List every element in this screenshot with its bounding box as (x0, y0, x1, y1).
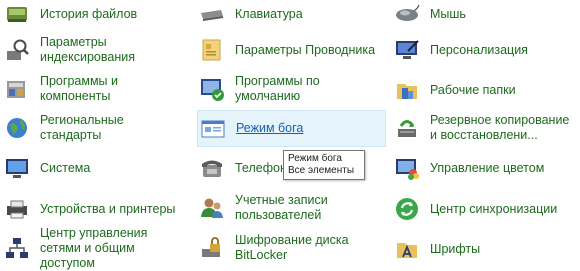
item-label: Рабочие папки (430, 82, 516, 97)
color-management-icon (394, 155, 420, 181)
keyboard-icon (199, 1, 225, 27)
item-label: Учетные записи пользователей (235, 193, 328, 222)
network-sharing-icon (4, 235, 30, 261)
item-label: Региональные стандарты (40, 113, 124, 142)
item-label: Режим бога (236, 121, 304, 135)
item-label: Управление цветом (430, 160, 545, 175)
item-label: Параметры Проводника (235, 42, 376, 57)
item-label: Устройства и принтеры (40, 201, 176, 216)
item-fonts[interactable]: Шрифты (394, 235, 576, 263)
item-bitlocker[interactable]: Шифрование диска BitLocker (199, 231, 384, 265)
item-work-folders[interactable]: Рабочие папки (394, 76, 576, 104)
item-devices-printers[interactable]: Устройства и принтеры (4, 195, 184, 223)
item-phone-modem[interactable]: Телефон (199, 154, 287, 182)
file-history-icon (4, 1, 30, 27)
devices-printers-icon (4, 196, 30, 222)
item-label: Телефон (235, 160, 287, 175)
item-system[interactable]: Система (4, 154, 184, 182)
tooltip: Режим бога Все элементы (283, 150, 365, 180)
work-folders-icon (394, 77, 420, 103)
item-programs-features[interactable]: Программы и компоненты (4, 72, 184, 106)
control-panel-items-grid: История файлов Клавиатура Мышь Параметры… (0, 0, 580, 270)
god-mode-icon (200, 116, 226, 142)
item-color-management[interactable]: Управление цветом (394, 154, 576, 182)
item-label: Центр управления сетями и общим доступом (40, 225, 148, 270)
item-indexing-options[interactable]: Параметры индексирования (4, 33, 184, 67)
mouse-icon (394, 1, 420, 27)
item-label: Мышь (430, 6, 466, 21)
phone-modem-icon (199, 155, 225, 181)
item-label: Программы по умолчанию (235, 74, 320, 103)
bitlocker-icon (199, 235, 225, 261)
item-user-accounts[interactable]: Учетные записи пользователей (199, 190, 384, 226)
system-icon (4, 155, 30, 181)
item-label: История файлов (40, 6, 138, 21)
item-label: Резервное копирование и восстановлени... (430, 113, 570, 142)
user-accounts-icon (199, 195, 225, 221)
item-region[interactable]: Региональные стандарты (4, 113, 184, 142)
backup-restore-icon (394, 115, 420, 141)
sync-center-icon (394, 196, 420, 222)
default-programs-icon (199, 76, 225, 102)
personalization-icon (394, 37, 420, 63)
item-label: Персонализация (430, 42, 528, 57)
item-label: Программы и компоненты (40, 74, 118, 103)
programs-features-icon (4, 76, 30, 102)
item-keyboard[interactable]: Клавиатура (199, 0, 384, 28)
item-backup-restore[interactable]: Резервное копирование и восстановлени... (394, 110, 576, 146)
region-icon (4, 115, 30, 141)
indexing-options-icon (4, 37, 30, 63)
item-label: Система (40, 160, 91, 175)
item-file-history[interactable]: История файлов (4, 0, 184, 28)
item-god-mode[interactable]: Режим бога (197, 110, 386, 147)
item-label: Шифрование диска BitLocker (235, 233, 349, 262)
item-default-programs[interactable]: Программы по умолчанию (199, 72, 384, 106)
item-label: Центр синхронизации (430, 201, 558, 216)
fonts-icon (394, 236, 420, 262)
item-explorer-options[interactable]: Параметры Проводника (199, 36, 384, 64)
item-sync-center[interactable]: Центр синхронизации (394, 195, 576, 223)
explorer-options-icon (199, 37, 225, 63)
item-label: Клавиатура (235, 6, 303, 21)
tooltip-subtitle: Все элементы (288, 165, 355, 176)
item-network-sharing[interactable]: Центр управления сетями и общим доступом (4, 226, 189, 270)
tooltip-title: Режим бога (288, 153, 342, 164)
item-label: Параметры индексирования (40, 35, 135, 64)
item-personalization[interactable]: Персонализация (394, 36, 576, 64)
item-mouse[interactable]: Мышь (394, 0, 576, 28)
item-label: Шрифты (430, 241, 481, 256)
